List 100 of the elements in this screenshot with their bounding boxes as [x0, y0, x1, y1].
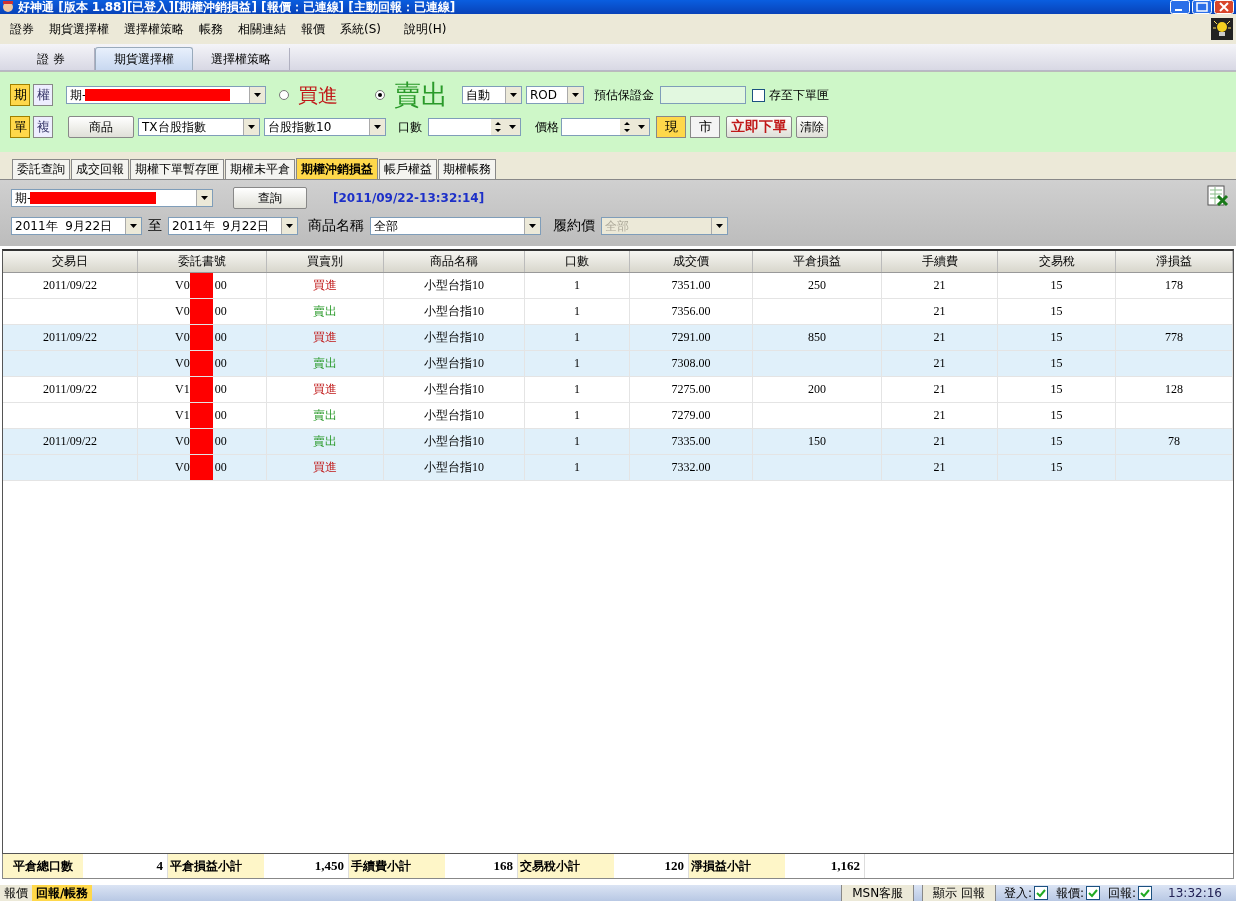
table-cell: 78: [1116, 429, 1233, 454]
product-button[interactable]: 商品: [68, 116, 134, 138]
price-label: 價格: [535, 118, 559, 136]
order-number-part: 00: [214, 408, 227, 423]
table-cell: 7275.00: [630, 377, 753, 402]
query-button[interactable]: 查詢: [233, 187, 307, 209]
table-cell: 1: [525, 325, 630, 350]
margin-field[interactable]: [660, 86, 746, 104]
table-cell: 7308.00: [630, 351, 753, 376]
price-field[interactable]: [561, 118, 650, 136]
spinner-icon[interactable]: [620, 119, 634, 135]
column-header[interactable]: 交易稅: [998, 251, 1116, 272]
column-header[interactable]: 平倉損益: [753, 251, 882, 272]
from-date-picker[interactable]: 2011年 9月22日: [11, 217, 142, 235]
tab[interactable]: 成交回報: [71, 159, 129, 179]
table-cell: 7332.00: [630, 455, 753, 480]
order-number-part: V0: [175, 460, 190, 475]
tab[interactable]: 期權帳務: [438, 159, 496, 179]
menu-item[interactable]: 期貨選擇權: [49, 20, 109, 38]
column-header[interactable]: 淨損益: [1116, 251, 1233, 272]
order-number-part: V0: [175, 356, 190, 371]
side-label[interactable]: 買進: [298, 81, 338, 109]
menu-item[interactable]: 系統(S): [340, 20, 381, 38]
summary-label: 手續費小計: [349, 854, 445, 878]
table-cell: 賣出: [267, 429, 384, 454]
maximize-icon[interactable]: [1192, 0, 1212, 14]
submit-button[interactable]: 立即下單: [726, 116, 792, 138]
column-header[interactable]: 交易日: [3, 251, 138, 272]
column-header[interactable]: 成交價: [630, 251, 753, 272]
account-select[interactable]: 期-: [66, 86, 266, 104]
table-cell: 850: [753, 325, 882, 350]
time-in-force-select[interactable]: ROD: [526, 86, 584, 104]
tab[interactable]: 帳戶權益: [379, 159, 437, 179]
price-type-button[interactable]: 現: [656, 116, 686, 138]
window-title: 好神通 [版本 1.88][已登入][期權沖銷損益] [報價：已連線] [主動回報：已連線]: [18, 0, 457, 14]
order-number-part: 00: [214, 330, 227, 345]
quantity-field[interactable]: [428, 118, 521, 136]
menu-item[interactable]: 說明(H): [404, 20, 447, 38]
column-header[interactable]: 委託書號: [138, 251, 267, 272]
tab[interactable]: 選擇權策略: [193, 48, 290, 70]
account-select[interactable]: 期-: [11, 189, 213, 207]
menu-item[interactable]: 證券: [10, 20, 34, 38]
radio-icon[interactable]: [278, 89, 290, 101]
close-icon[interactable]: [1214, 0, 1234, 14]
summary-label: 平倉損益小計: [168, 854, 264, 878]
to-date-picker[interactable]: 2011年 9月22日: [168, 217, 298, 235]
table-cell: 250: [753, 273, 882, 298]
spinner-icon[interactable]: [491, 119, 505, 135]
order-number-part: 00: [214, 460, 227, 475]
product-select[interactable]: 全部: [370, 217, 541, 235]
menu-item[interactable]: 選擇權策略: [124, 20, 184, 38]
table-cell: 15: [998, 351, 1116, 376]
export-excel-icon[interactable]: [1206, 184, 1230, 208]
underlying-select[interactable]: TX台股指數: [138, 118, 260, 136]
column-header[interactable]: 買賣別: [267, 251, 384, 272]
table-cell: 15: [998, 429, 1116, 454]
toggle-button[interactable]: 複: [33, 116, 53, 138]
open-close-select[interactable]: 自動: [462, 86, 522, 104]
status-button[interactable]: MSN客服: [841, 885, 915, 901]
tab[interactable]: 期權下單暫存匣: [130, 159, 224, 179]
toggle-button[interactable]: 期: [10, 84, 30, 106]
redaction-bar: [189, 325, 213, 350]
clear-button[interactable]: 清除: [796, 116, 828, 138]
lightbulb-icon[interactable]: [1211, 18, 1233, 40]
minimize-icon[interactable]: [1170, 0, 1190, 14]
redaction-bar: [189, 273, 213, 298]
tab[interactable]: 委託查詢: [12, 159, 70, 179]
table-cell: 賣出: [267, 299, 384, 324]
column-header[interactable]: 商品名稱: [384, 251, 525, 272]
menu-item[interactable]: 相關連結: [238, 20, 286, 38]
checkbox[interactable]: [752, 88, 765, 102]
table-cell: 7279.00: [630, 403, 753, 428]
toggle-button[interactable]: 單: [10, 116, 30, 138]
tab[interactable]: 期權未平倉: [225, 159, 295, 179]
redaction-bar: [189, 403, 213, 428]
table-cell: 1: [525, 455, 630, 480]
price-type-button[interactable]: 市: [690, 116, 720, 138]
table-cell: 178: [1116, 273, 1233, 298]
table-cell: 2011/09/22: [3, 273, 138, 298]
menu-item[interactable]: 報價: [301, 20, 325, 38]
menu-item[interactable]: 帳務: [199, 20, 223, 38]
table-cell: 1: [525, 299, 630, 324]
toggle-button[interactable]: 權: [33, 84, 53, 106]
tab[interactable]: 回報/帳務: [32, 885, 93, 901]
table-cell: 小型台指10: [384, 299, 525, 324]
table-cell: 買進: [267, 325, 384, 350]
margin-label: 預估保證金: [594, 86, 654, 104]
column-header[interactable]: 手續費: [882, 251, 998, 272]
table-cell: 2011/09/22: [3, 325, 138, 350]
radio-icon[interactable]: [374, 89, 386, 101]
table-cell: 15: [998, 273, 1116, 298]
tab[interactable]: 報價: [0, 885, 32, 901]
contract-select[interactable]: 台股指數10: [264, 118, 386, 136]
tab[interactable]: 期權沖銷損益: [296, 158, 378, 179]
status-button[interactable]: 顯示 回報: [922, 885, 996, 901]
table-cell: 2011/09/22: [3, 377, 138, 402]
column-header[interactable]: 口數: [525, 251, 630, 272]
product-name-label: 商品名稱: [308, 217, 364, 235]
tab[interactable]: 期貨選擇權: [95, 47, 193, 70]
table-cell: 200: [753, 377, 882, 402]
